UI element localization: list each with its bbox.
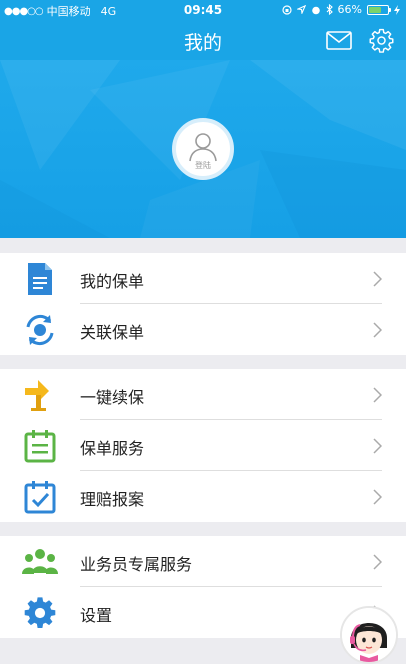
menu-item-label: 保单服务 [80,439,145,458]
menu-item-label: 理赔报案 [80,490,145,509]
rotation-lock-icon [281,4,292,15]
menu-group-services: 一键续保 保单服务 理赔报案 [0,369,406,522]
profile-header: 登陆 [0,60,406,238]
customer-service-agent-icon [342,608,396,662]
chevron-right-icon [373,438,382,454]
calendar-check-icon [22,479,58,515]
document-icon [22,261,58,297]
location-icon [296,5,306,14]
user-avatar-icon [189,132,217,161]
people-icon [22,544,58,580]
menu-item-label: 一键续保 [80,388,145,407]
menu-item-my-policies[interactable]: 我的保单 [0,253,406,304]
charging-icon [394,4,400,15]
menu-item-one-click-renewal[interactable]: 一键续保 [0,369,406,420]
calendar-list-icon [22,428,58,464]
chevron-right-icon [373,554,382,570]
navigation-bar: 我的 [0,20,406,60]
arrow-sign-icon [22,377,58,413]
gear-icon [22,595,58,631]
menu-item-claim-report[interactable]: 理赔报案 [0,471,406,522]
menu-group-policies: 我的保单 关联保单 [0,253,406,355]
alarm-icon [311,6,320,14]
bluetooth-icon [326,4,333,15]
chevron-right-icon [373,387,382,403]
login-avatar-button[interactable]: 登陆 [172,118,234,180]
chevron-right-icon [373,489,382,505]
chevron-right-icon [373,271,382,287]
status-right: 66% [281,3,400,16]
menu-item-label: 关联保单 [80,323,145,342]
menu-item-label: 业务员专属服务 [80,555,193,574]
mail-icon[interactable] [326,31,352,50]
battery-level [369,6,381,13]
menu-item-policy-service[interactable]: 保单服务 [0,420,406,471]
settings-gear-icon[interactable] [369,28,394,53]
menu-item-label: 我的保单 [80,272,145,291]
menu-item-agent-service[interactable]: 业务员专属服务 [0,536,406,587]
login-label: 登陆 [195,160,211,170]
battery-icon [367,4,391,15]
menu-item-label: 设置 [80,606,113,625]
status-bar: ●●●○○ 中国移动 4G 09:45 66% [0,0,406,20]
customer-service-button[interactable] [340,606,398,664]
chevron-right-icon [373,322,382,338]
menu-item-linked-policies[interactable]: 关联保单 [0,304,406,355]
sync-icon [22,312,58,348]
battery-percent: 66% [337,3,362,16]
